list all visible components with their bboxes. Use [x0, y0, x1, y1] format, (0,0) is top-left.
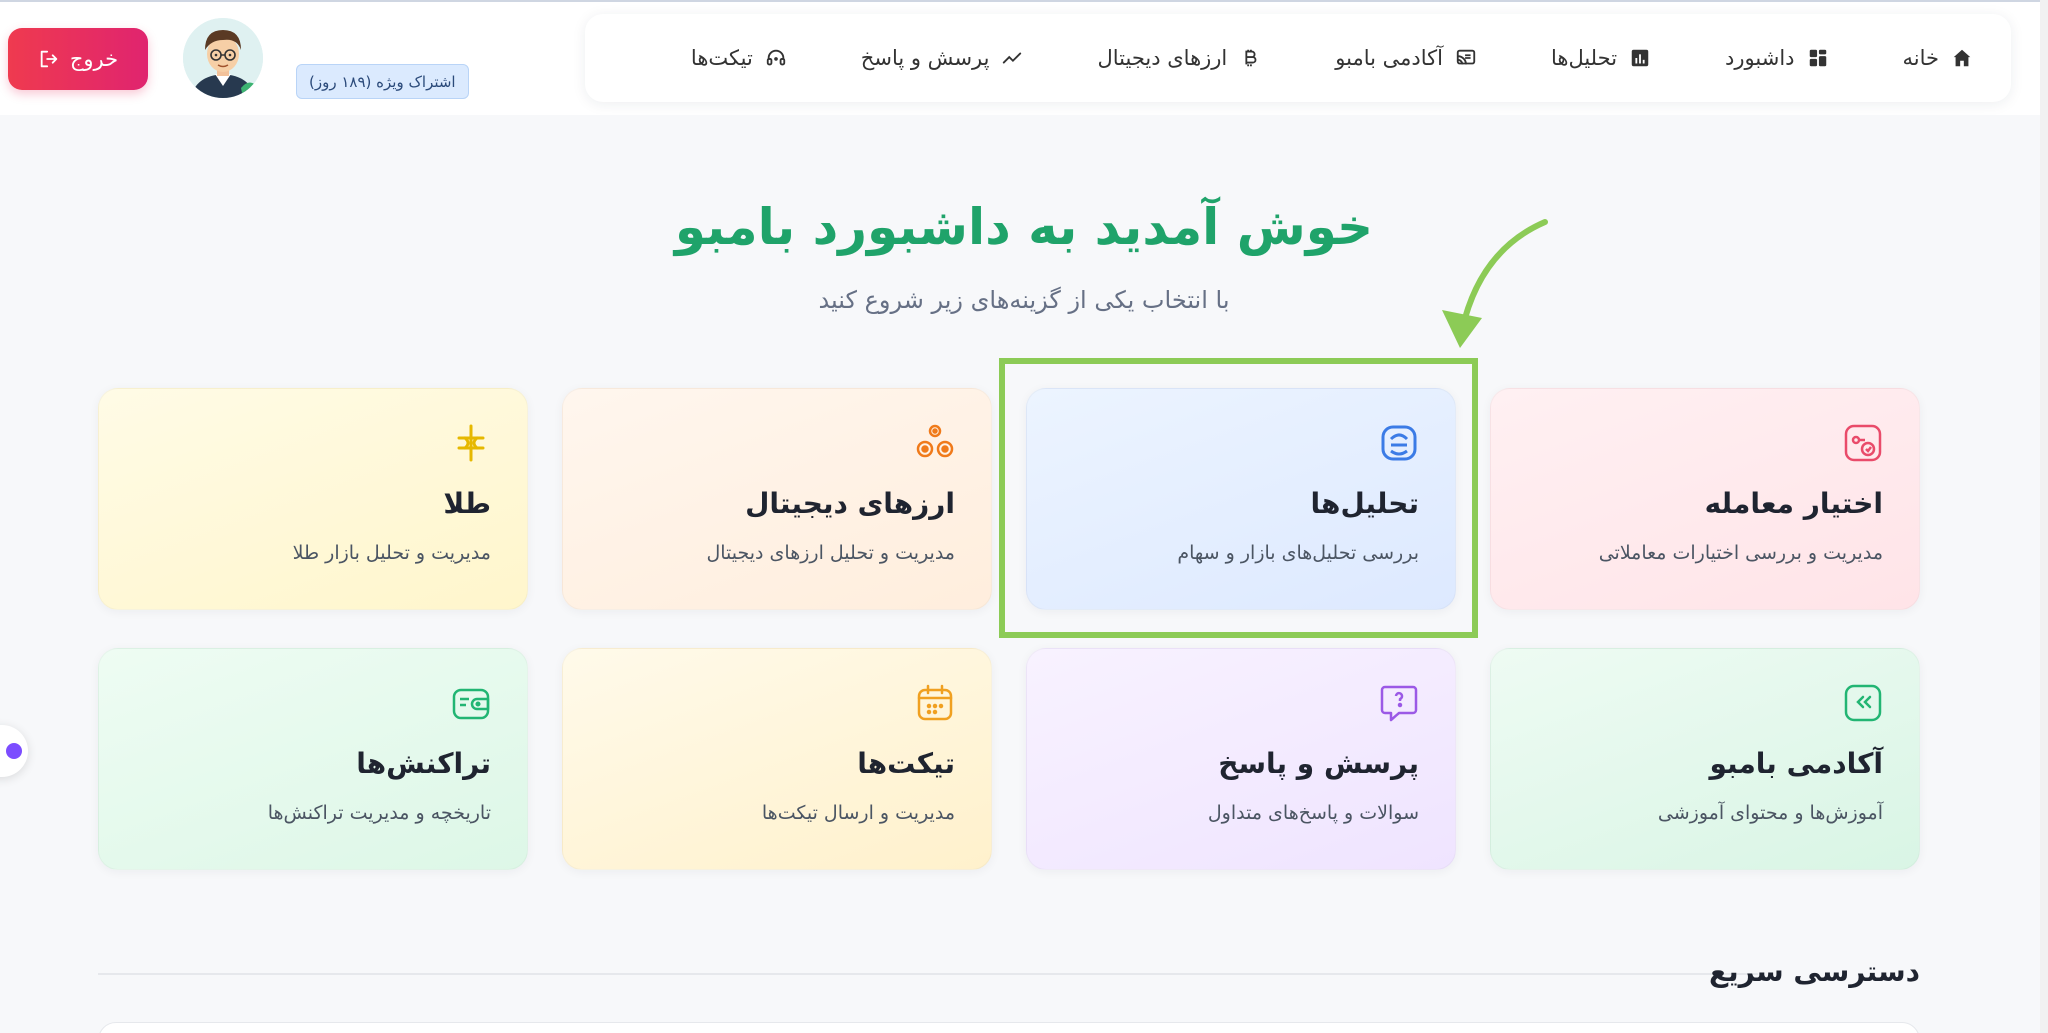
card-title: ارزهای دیجیتال [745, 487, 955, 520]
nav-label: آکادمی بامبو [1335, 46, 1443, 70]
options-icon [1843, 423, 1883, 463]
trend-line-icon [1003, 52, 1022, 64]
nav-item-academy[interactable]: آکادمی بامبو [1335, 46, 1477, 70]
user-avatar-illustration [183, 18, 263, 98]
wallet-icon [451, 683, 491, 723]
nav-item-tickets[interactable]: تیکت‌ها [691, 46, 787, 70]
nav-item-crypto[interactable]: ارزهای دیجیتال [1097, 46, 1261, 70]
logout-label: خروج [69, 47, 119, 71]
divider [98, 973, 1758, 975]
card-title: آکادمی بامبو [1709, 747, 1883, 780]
nav-label: ارزهای دیجیتال [1097, 46, 1228, 70]
question-bubble-icon [1379, 683, 1419, 723]
card-analyses[interactable]: تحلیل‌ها بررسی تحلیل‌های بازار و سهام [1026, 388, 1456, 610]
avatar[interactable] [183, 18, 263, 98]
logout-icon [40, 50, 58, 68]
card-academy[interactable]: آکادمی بامبو آموزش‌ها و محتوای آموزشی [1490, 648, 1920, 870]
card-crypto[interactable]: ارزهای دیجیتال مدیریت و تحلیل ارزهای دیج… [562, 388, 992, 610]
card-desc: مدیریت و ارسال تیکت‌ها [761, 802, 955, 824]
nav-label: تحلیل‌ها [1550, 46, 1618, 70]
bitcoin-icon [1245, 49, 1257, 67]
analysis-icon [1379, 423, 1419, 463]
card-title: تراکنش‌ها [356, 747, 491, 780]
crypto-coins-icon [915, 423, 955, 463]
main-nav: خانه داشبورد تحلیل‌ها آکادمی بامبو ارزها… [585, 14, 2011, 102]
scrollbar[interactable] [2040, 0, 2048, 1033]
quick-access-title: دسترسی سریع [1709, 955, 1920, 988]
card-desc: آموزش‌ها و محتوای آموزشی [1657, 802, 1883, 824]
cast-screen-icon [1456, 49, 1476, 65]
nav-item-faq[interactable]: پرسش و پاسخ [861, 46, 1024, 70]
card-title: طلا [443, 487, 491, 520]
card-title: پرسش و پاسخ [1218, 747, 1419, 780]
card-title: تیکت‌ها [857, 747, 955, 780]
subscription-badge: اشتراک ویژه (۱۸۹ روز) [296, 64, 469, 99]
card-desc: مدیریت و تحلیل بازار طلا [292, 542, 491, 564]
nav-label: خانه [1902, 46, 1939, 70]
card-transactions[interactable]: تراکنش‌ها تاریخچه و مدیریت تراکنش‌ها [98, 648, 528, 870]
card-tickets[interactable]: تیکت‌ها مدیریت و ارسال تیکت‌ها [562, 648, 992, 870]
bar-chart-icon [1631, 49, 1649, 67]
gold-icon [451, 423, 491, 463]
nav-label: تیکت‌ها [690, 46, 753, 70]
card-gold[interactable]: طلا مدیریت و تحلیل بازار طلا [98, 388, 528, 610]
nav-item-dashboard[interactable]: داشبورد [1725, 46, 1828, 70]
card-title: تحلیل‌ها [1310, 487, 1419, 520]
card-faq[interactable]: پرسش و پاسخ سوالات و پاسخ‌های متداول [1026, 648, 1456, 870]
headset-icon [766, 49, 785, 66]
dashboard-page: خروج اشتراک ویژه (۱۸۹ روز) خانه داشبورد … [0, 0, 2048, 1033]
page-title: خوش آمدید به داشبورد بامبو [674, 198, 1374, 256]
card-desc: سوالات و پاسخ‌های متداول [1207, 802, 1419, 824]
logout-button[interactable]: خروج [8, 28, 148, 90]
home-icon [1953, 49, 1971, 67]
window-top-border [0, 0, 2048, 2]
annotation-arrow [1442, 219, 1548, 348]
nav-label: داشبورد [1725, 46, 1795, 70]
academy-icon [1843, 683, 1883, 723]
page-subtitle: با انتخاب یکی از گزینه‌های زیر شروع کنید [818, 286, 1230, 314]
card-desc: مدیریت و تحلیل ارزهای دیجیتال [706, 542, 955, 564]
card-desc: مدیریت و بررسی اختیارات معاملاتی [1598, 542, 1883, 564]
widget-icon [6, 743, 22, 759]
card-options[interactable]: اختیار معامله مدیریت و بررسی اختیارات مع… [1490, 388, 1920, 610]
card-desc: تاریخچه و مدیریت تراکنش‌ها [267, 802, 491, 824]
calendar-icon [915, 683, 955, 723]
card-title: اختیار معامله [1704, 487, 1883, 520]
quick-access-panel [98, 1022, 1920, 1033]
side-widget-tab[interactable] [0, 725, 28, 777]
nav-item-home[interactable]: خانه [1903, 46, 1973, 70]
dashboard-grid-icon [1809, 49, 1826, 67]
nav-item-analyses[interactable]: تحلیل‌ها [1551, 46, 1651, 70]
nav-label: پرسش و پاسخ [860, 46, 990, 70]
card-desc: بررسی تحلیل‌های بازار و سهام [1177, 542, 1419, 564]
